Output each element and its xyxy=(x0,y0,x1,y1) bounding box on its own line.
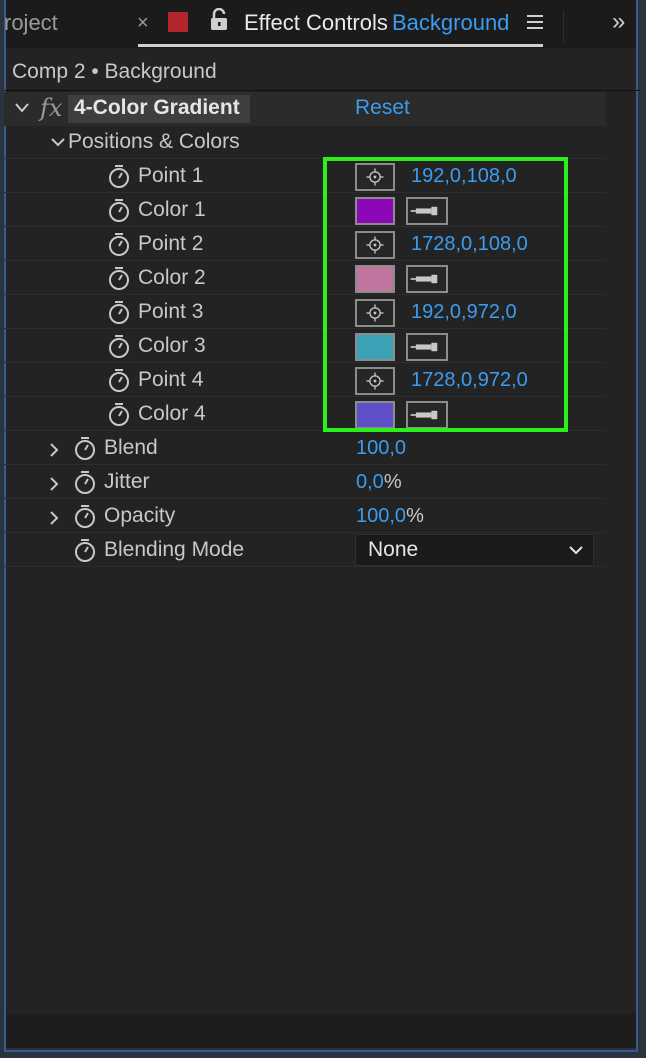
param-label: Point 2 xyxy=(138,232,204,255)
tab-layer-name[interactable]: Background xyxy=(392,10,509,36)
lock-icon[interactable] xyxy=(209,8,229,32)
chevron-down-icon[interactable] xyxy=(50,135,66,149)
opacity-number[interactable]: 100,0 xyxy=(356,505,406,527)
group-label-positions-colors: Positions & Colors xyxy=(68,130,240,153)
opacity-unit: % xyxy=(406,505,424,527)
reset-link[interactable]: Reset xyxy=(355,96,410,120)
jitter-value[interactable]: 0,0% xyxy=(356,471,402,494)
divider xyxy=(4,532,606,533)
overflow-chevron-icon[interactable]: » xyxy=(612,8,626,36)
stopwatch-icon[interactable] xyxy=(108,164,130,188)
focus-border-bottom xyxy=(4,1050,638,1052)
divider xyxy=(4,90,640,91)
opacity-label: Opacity xyxy=(104,504,176,527)
divider xyxy=(4,464,606,465)
breadcrumb: Comp 2 • Background xyxy=(12,60,217,83)
stopwatch-icon[interactable] xyxy=(74,436,96,460)
close-icon[interactable]: × xyxy=(137,12,149,35)
blending-mode-value[interactable]: None xyxy=(368,538,418,562)
param-label: Color 3 xyxy=(138,334,206,357)
blend-value[interactable]: 100,0 xyxy=(356,437,406,460)
jitter-number[interactable]: 0,0 xyxy=(356,471,384,493)
stopwatch-icon[interactable] xyxy=(108,300,130,324)
tab-separator xyxy=(563,10,564,42)
stopwatch-icon[interactable] xyxy=(108,368,130,392)
fx-toggle-icon[interactable]: fx xyxy=(40,94,62,122)
stopwatch-icon[interactable] xyxy=(74,538,96,562)
hamburger-menu-icon[interactable] xyxy=(527,14,543,30)
stopwatch-icon[interactable] xyxy=(108,402,130,426)
jitter-unit: % xyxy=(383,471,402,493)
active-tab-underline xyxy=(138,44,543,47)
effect-name[interactable]: 4-Color Gradient xyxy=(74,96,240,120)
divider xyxy=(4,498,606,499)
chevron-right-icon[interactable] xyxy=(48,476,60,492)
tab-effect-controls[interactable]: Effect Controls xyxy=(244,10,388,36)
chevron-down-icon[interactable] xyxy=(568,544,584,556)
opacity-value[interactable]: 100,0% xyxy=(356,505,424,528)
chevron-down-icon[interactable] xyxy=(12,100,32,116)
stopwatch-icon[interactable] xyxy=(108,198,130,222)
panel-color-swatch xyxy=(168,12,188,32)
stopwatch-icon[interactable] xyxy=(74,504,96,528)
highlight-box xyxy=(323,157,568,432)
param-label: Point 4 xyxy=(138,368,204,391)
param-label: Point 1 xyxy=(138,164,204,187)
jitter-label: Jitter xyxy=(104,470,150,493)
focus-border-right xyxy=(636,0,638,1050)
stopwatch-icon[interactable] xyxy=(108,232,130,256)
param-label: Color 4 xyxy=(138,402,206,425)
stopwatch-icon[interactable] xyxy=(108,266,130,290)
chevron-right-icon[interactable] xyxy=(48,510,60,526)
stopwatch-icon[interactable] xyxy=(108,334,130,358)
param-label: Color 2 xyxy=(138,266,206,289)
divider xyxy=(4,566,606,567)
param-label: Color 1 xyxy=(138,198,206,221)
blending-mode-label: Blending Mode xyxy=(104,538,245,561)
panel-footer xyxy=(4,1014,636,1048)
param-label: Point 3 xyxy=(138,300,204,323)
chevron-right-icon[interactable] xyxy=(48,442,60,458)
tab-project[interactable]: roject xyxy=(4,10,58,36)
blend-label: Blend xyxy=(104,436,158,459)
stopwatch-icon[interactable] xyxy=(74,470,96,494)
